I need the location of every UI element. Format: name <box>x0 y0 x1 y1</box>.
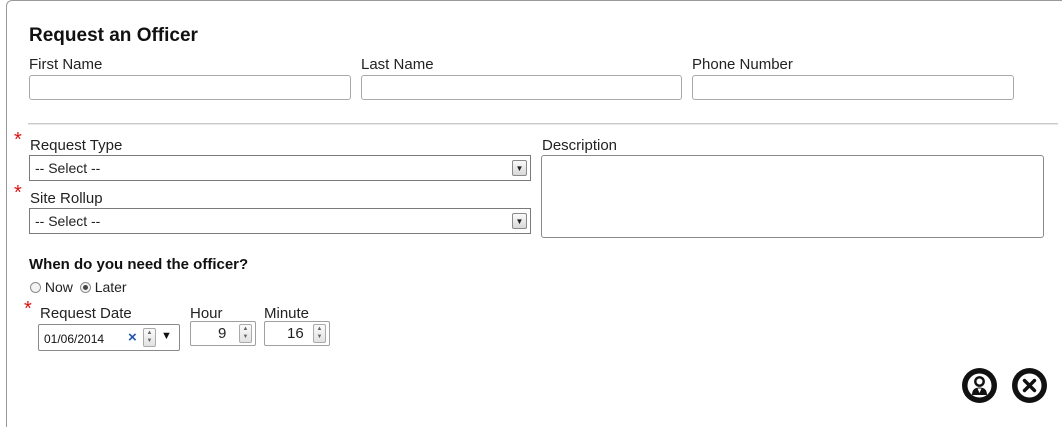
required-marker: * <box>14 129 22 151</box>
timing-radio-group: Now Later <box>30 279 127 295</box>
section-divider <box>28 123 1058 124</box>
close-button[interactable] <box>1012 368 1047 403</box>
site-rollup-select[interactable]: -- Select -- ▼ <box>29 208 531 234</box>
site-rollup-selected-value: -- Select -- <box>35 213 101 229</box>
phone-number-input[interactable] <box>692 75 1014 100</box>
later-radio[interactable] <box>79 282 91 293</box>
last-name-label: Last Name <box>361 56 434 73</box>
description-textarea[interactable] <box>541 155 1044 238</box>
now-radio[interactable] <box>30 282 41 293</box>
clear-date-icon[interactable]: × <box>128 329 137 346</box>
minute-value: 16 <box>287 325 304 342</box>
last-name-input[interactable] <box>361 75 682 100</box>
officer-icon <box>967 373 992 398</box>
hour-label: Hour <box>190 305 223 322</box>
minute-spinner-icon[interactable]: ▲ ▼ <box>313 324 326 343</box>
required-marker: * <box>14 182 22 204</box>
date-dropdown-chevron-icon[interactable]: ▼ <box>161 330 172 342</box>
request-officer-button[interactable] <box>962 368 997 403</box>
page-title: Request an Officer <box>29 25 198 46</box>
site-rollup-label: Site Rollup <box>30 190 103 207</box>
request-date-input[interactable]: 01/06/2014 × ▲ ▼ ▼ <box>38 324 180 351</box>
request-type-selected-value: -- Select -- <box>35 160 101 176</box>
chevron-down-icon[interactable]: ▼ <box>512 160 527 176</box>
first-name-input[interactable] <box>29 75 351 100</box>
minute-label: Minute <box>264 305 310 322</box>
minute-stepper[interactable]: 16 ▲ ▼ <box>264 321 330 346</box>
close-icon <box>1017 373 1042 398</box>
first-name-label: First Name <box>29 56 103 73</box>
description-label: Description <box>542 137 618 154</box>
hour-spinner-icon[interactable]: ▲ ▼ <box>239 324 252 343</box>
when-question: When do you need the officer? <box>29 256 249 273</box>
request-type-select[interactable]: -- Select -- ▼ <box>29 155 531 181</box>
now-radio-label: Now <box>44 279 73 295</box>
later-radio-label: Later <box>94 279 127 295</box>
required-marker: * <box>24 298 32 320</box>
request-date-value: 01/06/2014 <box>44 332 105 346</box>
hour-stepper[interactable]: 9 ▲ ▼ <box>190 321 256 346</box>
date-spinner-icon[interactable]: ▲ ▼ <box>143 328 156 347</box>
chevron-down-icon[interactable]: ▼ <box>512 213 527 229</box>
phone-number-label: Phone Number <box>692 56 793 73</box>
hour-value: 9 <box>218 325 227 342</box>
request-type-label: Request Type <box>30 137 123 154</box>
request-date-label: Request Date <box>40 305 132 322</box>
